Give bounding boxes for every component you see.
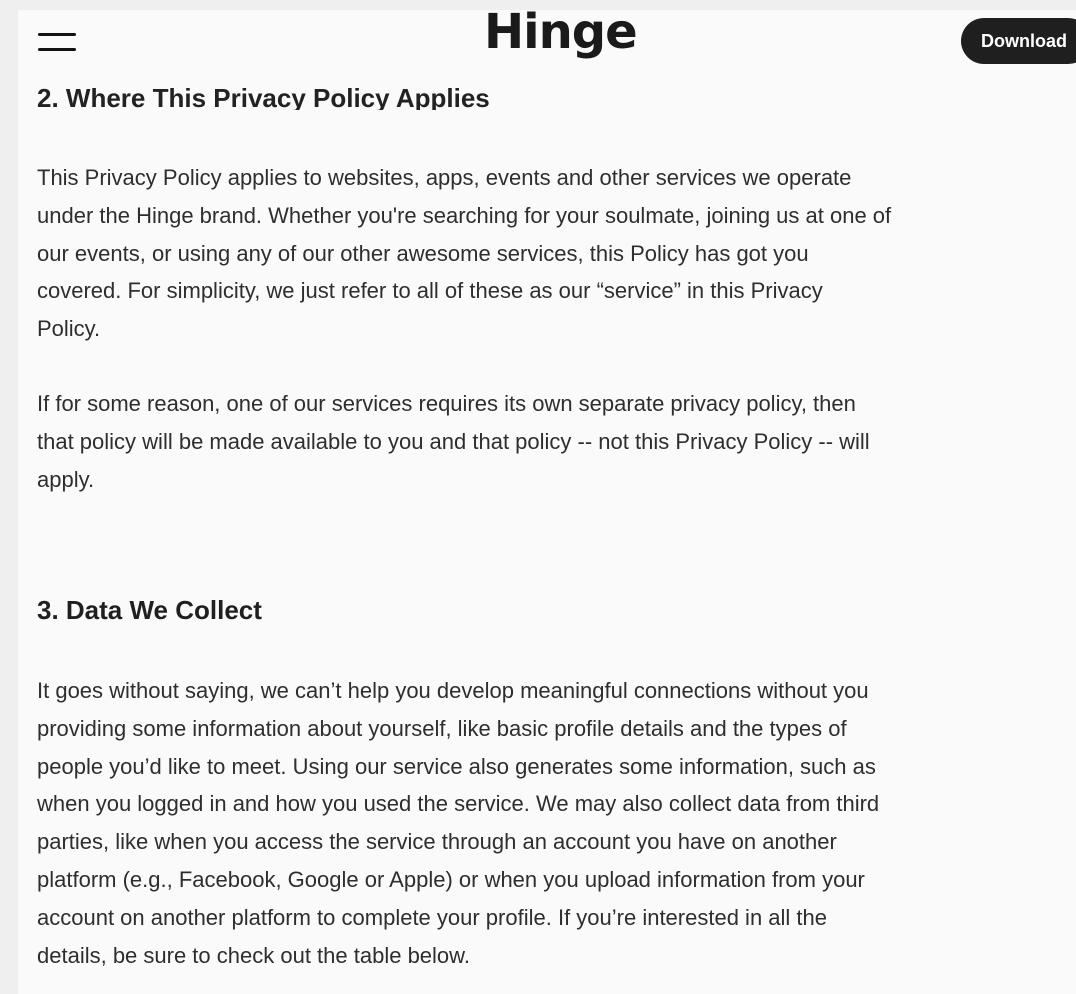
privacy-policy-page: Hinge Download 2. Where This Privacy Pol… [18, 10, 1076, 994]
section-3-paragraph-1: It goes without saying, we can’t help yo… [37, 672, 1076, 974]
paragraph-line: our events, or using any of our other aw… [37, 240, 809, 266]
paragraph-line: This Privacy Policy applies to websites,… [37, 165, 852, 190]
paragraph-line: It goes without saying, we can’t help yo… [37, 678, 869, 703]
paragraph-line: parties, like when you access the servic… [37, 829, 837, 855]
paragraph-line: apply. [37, 466, 95, 492]
paragraph-line: account on another platform to complete … [37, 904, 827, 930]
section-2-heading-text: 2. Where This Privacy Policy Applies [37, 85, 490, 110]
paragraph-line: details, be sure to check out the table … [37, 942, 470, 968]
paragraph-line: people you’d like to meet. Using our ser… [37, 753, 876, 779]
download-button[interactable]: Download [961, 18, 1076, 64]
paragraph-line: providing some information about yoursel… [37, 715, 847, 741]
section-2-heading: 2. Where This Privacy Policy Applies [37, 85, 737, 110]
paragraph-line: when you logged in and how you used the … [37, 791, 880, 817]
paragraph-line: Policy. [37, 316, 101, 342]
section-2-paragraph-2: If for some reason, one of our services … [37, 385, 1076, 498]
paragraph-line: covered. For simplicity, we just refer t… [37, 278, 823, 304]
section-3-heading: 3. Data We Collect [37, 595, 262, 625]
paragraph-line: that policy will be made available to yo… [37, 428, 870, 454]
paragraph-line: platform (e.g., Facebook, Google or Appl… [37, 866, 865, 892]
menu-bar-top [38, 33, 76, 36]
hinge-logo[interactable]: Hinge [484, 10, 638, 56]
hamburger-menu-icon[interactable] [38, 30, 78, 56]
site-header: Hinge Download [18, 10, 1076, 76]
paragraph-line: If for some reason, one of our services … [37, 391, 856, 416]
menu-bar-bottom [38, 48, 76, 51]
paragraph-line: under the Hinge brand. Whether you're se… [37, 202, 892, 228]
section-2-paragraph-1: This Privacy Policy applies to websites,… [37, 159, 1076, 348]
